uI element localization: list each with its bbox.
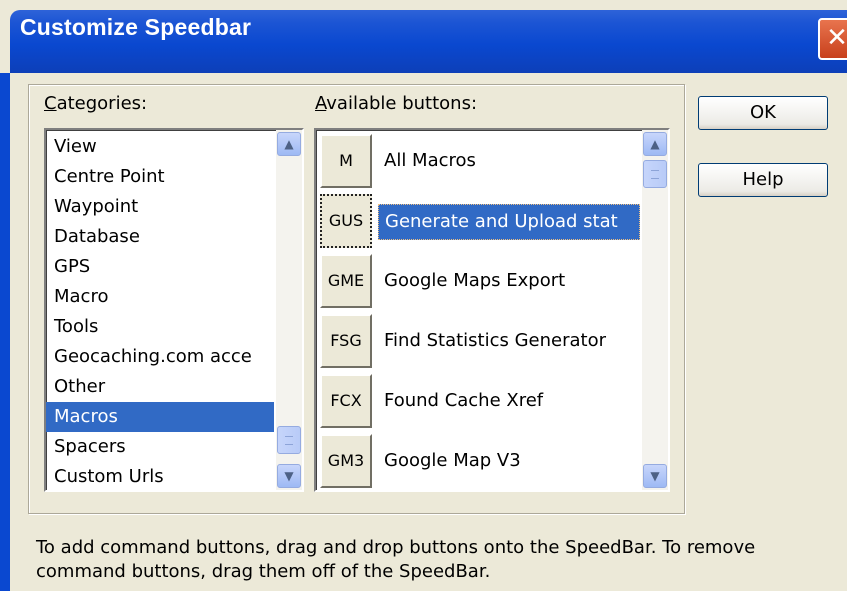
category-item[interactable]: Waypoint bbox=[46, 192, 274, 222]
category-item[interactable]: Other bbox=[46, 372, 274, 402]
scroll-down-icon[interactable]: ▼ bbox=[277, 464, 301, 488]
available-buttons-label: Available buttons: bbox=[315, 93, 478, 114]
available-button-item[interactable]: FSG Find Statistics Generator bbox=[316, 312, 640, 372]
scroll-up-icon[interactable]: ▲ bbox=[643, 132, 667, 156]
category-item[interactable]: Tools bbox=[46, 312, 274, 342]
available-scrollbar[interactable]: ▲ ▼ bbox=[642, 130, 668, 490]
window-title: Customize Speedbar bbox=[20, 14, 252, 40]
available-button-item[interactable]: GME Google Maps Export bbox=[316, 252, 640, 312]
speedbar-button-icon[interactable]: GM3 bbox=[320, 434, 372, 488]
categories-scroll-thumb[interactable] bbox=[277, 426, 301, 454]
categories-listbox[interactable]: View Centre Point Waypoint Database GPS Macro… bbox=[44, 128, 304, 492]
available-button-label: All Macros bbox=[384, 150, 476, 171]
available-buttons-items: M All Macros GUS Generate and Upload stat GM… bbox=[316, 132, 640, 490]
category-item[interactable]: Macro bbox=[46, 282, 274, 312]
available-button-label: Find Statistics Generator bbox=[384, 330, 607, 351]
instructions-text: To add command buttons, drag and drop bu… bbox=[36, 537, 756, 582]
speedbar-button-icon[interactable]: FSG bbox=[320, 314, 372, 368]
help-button[interactable]: Help bbox=[698, 163, 828, 197]
available-scroll-thumb[interactable] bbox=[643, 160, 667, 188]
ok-button[interactable]: OK bbox=[698, 96, 828, 130]
category-item[interactable]: View bbox=[46, 132, 274, 162]
scroll-down-icon[interactable]: ▼ bbox=[643, 464, 667, 488]
available-button-label: Google Map V3 bbox=[384, 450, 521, 471]
available-button-label: Google Maps Export bbox=[384, 270, 566, 291]
categories-scrollbar[interactable]: ▲ ▼ bbox=[276, 130, 302, 490]
scroll-up-icon[interactable]: ▲ bbox=[277, 132, 301, 156]
speedbar-button-icon[interactable]: M bbox=[320, 134, 372, 188]
categories-label: Categories: bbox=[44, 93, 148, 114]
speedbar-button-icon[interactable]: GME bbox=[320, 254, 372, 308]
available-button-item[interactable]: GUS Generate and Upload stat bbox=[316, 192, 640, 252]
available-buttons-listbox[interactable]: M All Macros GUS Generate and Upload stat GM… bbox=[314, 128, 670, 492]
category-item[interactable]: Geocaching.com acce bbox=[46, 342, 274, 372]
available-button-item[interactable]: FCX Found Cache Xref bbox=[316, 372, 640, 432]
available-button-label: Found Cache Xref bbox=[384, 390, 544, 411]
title-bar: Customize Speedbar ✕ bbox=[0, 0, 847, 86]
category-item[interactable]: Database bbox=[46, 222, 274, 252]
category-item[interactable]: Custom Urls bbox=[46, 462, 274, 490]
category-item[interactable]: GPS bbox=[46, 252, 274, 282]
category-item[interactable]: Centre Point bbox=[46, 162, 274, 192]
window-frame-left bbox=[0, 73, 10, 591]
category-item[interactable]: Spacers bbox=[46, 432, 274, 462]
speedbar-button-icon[interactable]: FCX bbox=[320, 374, 372, 428]
close-button[interactable]: ✕ bbox=[818, 18, 847, 60]
available-button-label: Generate and Upload stat bbox=[378, 204, 640, 240]
speedbar-button-icon[interactable]: GUS bbox=[320, 194, 372, 248]
available-button-item[interactable]: GM3 Google Map V3 bbox=[316, 432, 640, 490]
close-icon: ✕ bbox=[826, 23, 847, 53]
category-item[interactable]: Macros bbox=[46, 402, 274, 432]
categories-items: View Centre Point Waypoint Database GPS Macro… bbox=[46, 132, 274, 490]
available-button-item[interactable]: M All Macros bbox=[316, 132, 640, 192]
